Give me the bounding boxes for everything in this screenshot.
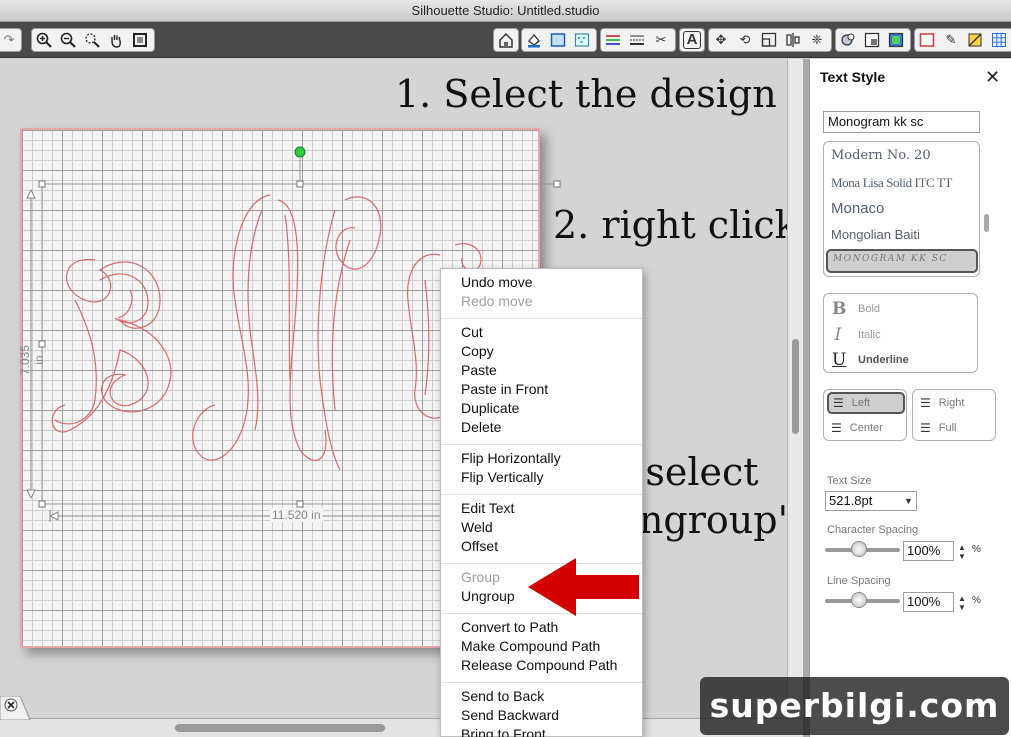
close-panel-icon[interactable]: ✕ [985,67,1000,88]
align-left-icon: ☰ [833,396,844,410]
menu-item-copy[interactable]: Copy [461,342,494,361]
align-center-button[interactable]: ☰ Center [827,417,905,439]
menu-item-duplicate[interactable]: Duplicate [461,399,519,418]
select-rectangle-icon[interactable] [915,29,939,51]
font-style-options: B Bold I Italic U Underline [823,293,978,373]
align-justify-icon: ☰ [920,421,931,435]
italic-label: Italic [858,329,881,341]
line-spacing-stepper[interactable]: ▲ ▼ [958,594,966,612]
watermark: superbilgi.com [700,677,1009,735]
canvas-vertical-scrollbar[interactable] [787,59,803,720]
effects-toolgroup [835,28,911,52]
line-spacing-label: Line Spacing [827,575,891,587]
replicate-icon[interactable]: ❈ [805,29,829,51]
align-left-label: Left [851,397,871,409]
font-list[interactable]: Modern No. 20 Mona Lisa Solid ITC TT Mon… [823,141,980,277]
menu-item-send-backward[interactable]: Send Backward [461,706,559,725]
align-right-button[interactable]: ☰ Right [916,392,994,414]
line-spacing-input[interactable]: 100% [903,592,954,612]
menu-separator [441,318,642,319]
align-center-label: Center [849,422,883,434]
menu-item-make-compound-path[interactable]: Make Compound Path [461,637,600,656]
italic-icon: I [834,325,842,345]
pen-icon[interactable]: ✎ [939,29,963,51]
canvas-horizontal-scrollbar[interactable] [0,718,803,737]
send-to-cutter-icon[interactable] [884,29,908,51]
knife-icon[interactable] [963,29,987,51]
height-dimension-label: 7.035 in [18,344,46,376]
font-list-item-selected[interactable]: Monogram kk sc [826,249,978,273]
align-right-full-group: ☰ Right ☰ Full [912,389,996,441]
underline-label: Underline [858,354,909,366]
menu-item-ungroup[interactable]: Ungroup [461,587,515,606]
character-spacing-slider[interactable] [825,541,900,557]
align-full-label: Full [938,422,957,434]
chevron-down-icon[interactable]: ▼ [900,491,917,511]
menu-item-paste-in-front[interactable]: Paste in Front [461,380,548,399]
text-size-label: Text Size [827,475,872,487]
menu-item-send-to-back[interactable]: Send to Back [461,687,544,706]
menu-item-bring-to-front[interactable]: Bring to Front [461,725,546,737]
panel-title: Text Style [820,69,886,85]
font-list-scroll-thumb[interactable] [984,214,989,232]
menu-item-offset[interactable]: Offset [461,537,498,556]
menu-item-weld[interactable]: Weld [461,518,493,537]
instruction-step-1: 1. Select the design [395,72,777,116]
menu-item-delete[interactable]: Delete [461,418,501,437]
width-dimension-label: 11.520 in [270,508,323,522]
font-list-item[interactable]: Modern No. 20 [831,148,931,163]
menu-separator [441,444,642,445]
menu-item-undo-move[interactable]: Undo move [461,273,533,292]
instruction-step-2: 2. right click [553,203,798,247]
slider-knob[interactable] [851,592,867,608]
italic-toggle[interactable]: I Italic [832,325,881,345]
trace-icon[interactable] [860,29,884,51]
menu-item-release-compound-path[interactable]: Release Compound Path [461,656,617,675]
document-tab[interactable] [0,696,32,720]
menu-item-flip-vertically[interactable]: Flip Vertically [461,468,543,487]
menu-item-edit-text[interactable]: Edit Text [461,499,514,518]
menu-item-cut[interactable]: Cut [461,323,483,342]
slider-knob[interactable] [851,541,867,557]
grid-icon[interactable] [987,29,1011,51]
red-arrow-annotation [528,558,639,616]
horizontal-scroll-thumb[interactable] [175,724,385,732]
line-spacing-slider[interactable] [825,592,900,608]
character-spacing-stepper[interactable]: ▲ ▼ [958,543,966,561]
character-spacing-unit: % [972,544,981,555]
font-search-input[interactable]: Monogram kk sc [823,111,980,133]
menu-item-flip-horizontally[interactable]: Flip Horizontally [461,449,561,468]
align-left-center-group: ☰ Left ☰ Center [823,389,907,441]
menu-item-redo-move: Redo move [461,293,533,309]
offset-icon[interactable] [836,29,860,51]
context-menu: Undo move Redo move Cut Copy Paste Paste… [440,268,643,737]
character-spacing-label: Character Spacing [827,524,919,536]
align-right-icon: ☰ [920,396,931,410]
bold-label: Bold [858,303,881,315]
character-spacing-input[interactable]: 100% [903,541,954,561]
menu-item-convert-to-path[interactable]: Convert to Path [461,618,558,637]
menu-separator [441,682,642,683]
font-list-item[interactable]: Mongolian Baiti [831,227,920,242]
menu-separator [441,494,642,495]
bold-icon: B [832,299,847,319]
bold-toggle[interactable]: B Bold [832,299,880,319]
line-spacing-unit: % [972,595,981,606]
text-style-panel: Text Style ✕ Monogram kk sc Modern No. 2… [809,59,1011,737]
draw-toolgroup: ✎ [914,28,1011,52]
underline-icon: U [832,350,847,370]
menu-item-group: Group [461,569,500,585]
align-left-button[interactable]: ☰ Left [827,392,905,414]
align-right-label: Right [938,397,965,409]
align-full-button[interactable]: ☰ Full [916,417,994,439]
align-center-icon: ☰ [831,421,842,435]
menu-item-paste[interactable]: Paste [461,361,497,380]
font-list-item[interactable]: Monaco [831,200,884,217]
font-list-item[interactable]: Mona Lisa Solid ITC TT [831,175,952,191]
selected-font-label: Monogram kk sc [833,254,948,264]
vertical-scroll-thumb[interactable] [792,339,799,434]
underline-toggle[interactable]: U Underline [832,350,909,370]
